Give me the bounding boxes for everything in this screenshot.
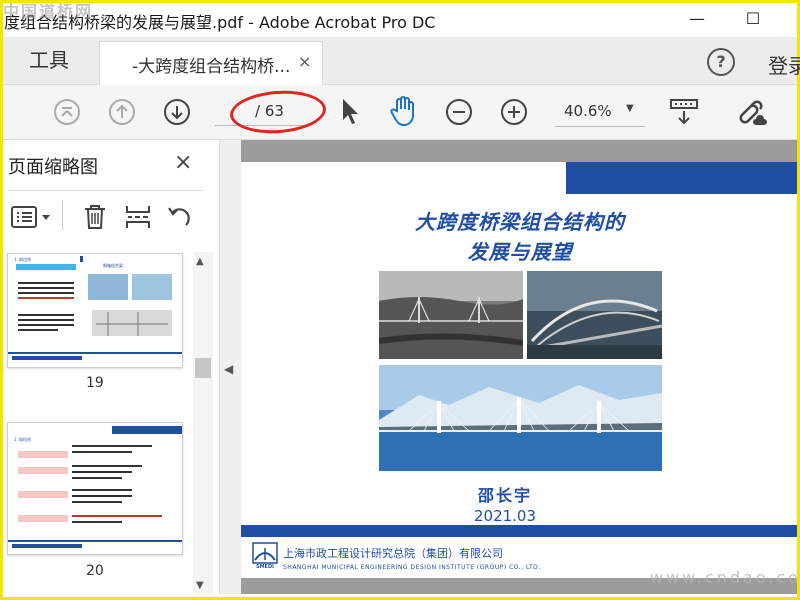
company-logo-icon: SMEDI [252,542,278,572]
tab-document-label: -大跨度组合结构桥... [132,57,291,77]
zoom-in-icon[interactable] [500,98,528,130]
bridge-photo-1 [379,271,523,359]
collapse-arrow-icon[interactable]: ◀ [224,362,233,376]
scroll-mode-icon[interactable] [668,96,700,132]
panel-divider [8,190,204,191]
svg-text:1. 斜拉桥: 1. 斜拉桥 [14,256,31,262]
svg-text:钢箱组合梁: 钢箱组合梁 [103,262,123,268]
thumbnail-label-19: 19 [86,375,104,391]
slide-header-bar [566,162,797,194]
trash-icon[interactable] [82,203,108,235]
tab-close-icon[interactable]: × [298,52,311,71]
panel-close-icon[interactable]: × [174,150,192,175]
prev-page-icon[interactable] [108,98,136,130]
thumbnail-scrollbar[interactable] [193,252,213,594]
tool-divider [62,200,63,230]
scroll-down-icon[interactable]: ▼ [196,580,204,591]
minimize-button[interactable]: — [684,8,710,30]
tab-document[interactable]: -大跨度组合结构桥... × [99,41,323,86]
thumbnail-page-19[interactable]: 1. 斜拉桥 钢箱组合梁 [7,253,183,368]
signin-link[interactable]: 登录 [768,50,800,79]
watermark-top: 中国道桥网 [3,2,94,21]
thumbnail-label-20: 20 [86,563,104,579]
scroll-up-icon[interactable]: ▲ [196,256,204,267]
thumbnail-options-icon[interactable] [10,204,54,234]
thumbnail-page-20[interactable]: 1. 斜拉桥 [7,422,183,555]
slide-footer-bar [241,525,797,537]
slide-date: 2021.03 [473,507,537,525]
link-icon[interactable] [736,97,770,131]
organization-name: 上海市政工程设计研究总院（集团）有限公司 [283,547,503,560]
first-page-icon[interactable] [53,98,81,130]
maximize-button[interactable]: ☐ [740,8,766,30]
panel-title: 页面缩略图 [8,157,98,178]
logo-text: SMEDI [255,564,274,570]
help-icon[interactable]: ? [707,48,735,76]
bridge-photo-3 [379,365,662,471]
extract-pages-icon[interactable] [124,203,152,235]
slide-author: 邵长宇 [477,486,532,505]
svg-text:1. 斜拉桥: 1. 斜拉桥 [14,436,31,442]
tab-tools[interactable]: 工具 [3,37,95,84]
bridge-photo-2 [527,271,662,359]
rotate-icon[interactable] [166,203,194,235]
zoom-out-icon[interactable] [445,98,473,130]
next-page-icon[interactable] [163,98,191,130]
watermark-bottom: www.cndao.com [650,568,800,587]
slide-title-line2: 发展与展望 [467,240,573,264]
zoom-value: 40.6% [564,102,612,120]
tab-bar: 工具 -大跨度组合结构桥... × [3,37,797,86]
slide-title-line1: 大跨度桥梁组合结构的 [415,210,625,234]
pointer-icon[interactable] [338,96,362,130]
chevron-down-icon[interactable]: ▼ [626,103,634,114]
hand-icon[interactable] [389,95,419,131]
organization-name-en: SHANGHAI MUNICIPAL ENGINEERING DESIGN IN… [283,564,541,571]
scrollbar-thumb[interactable] [195,358,211,378]
